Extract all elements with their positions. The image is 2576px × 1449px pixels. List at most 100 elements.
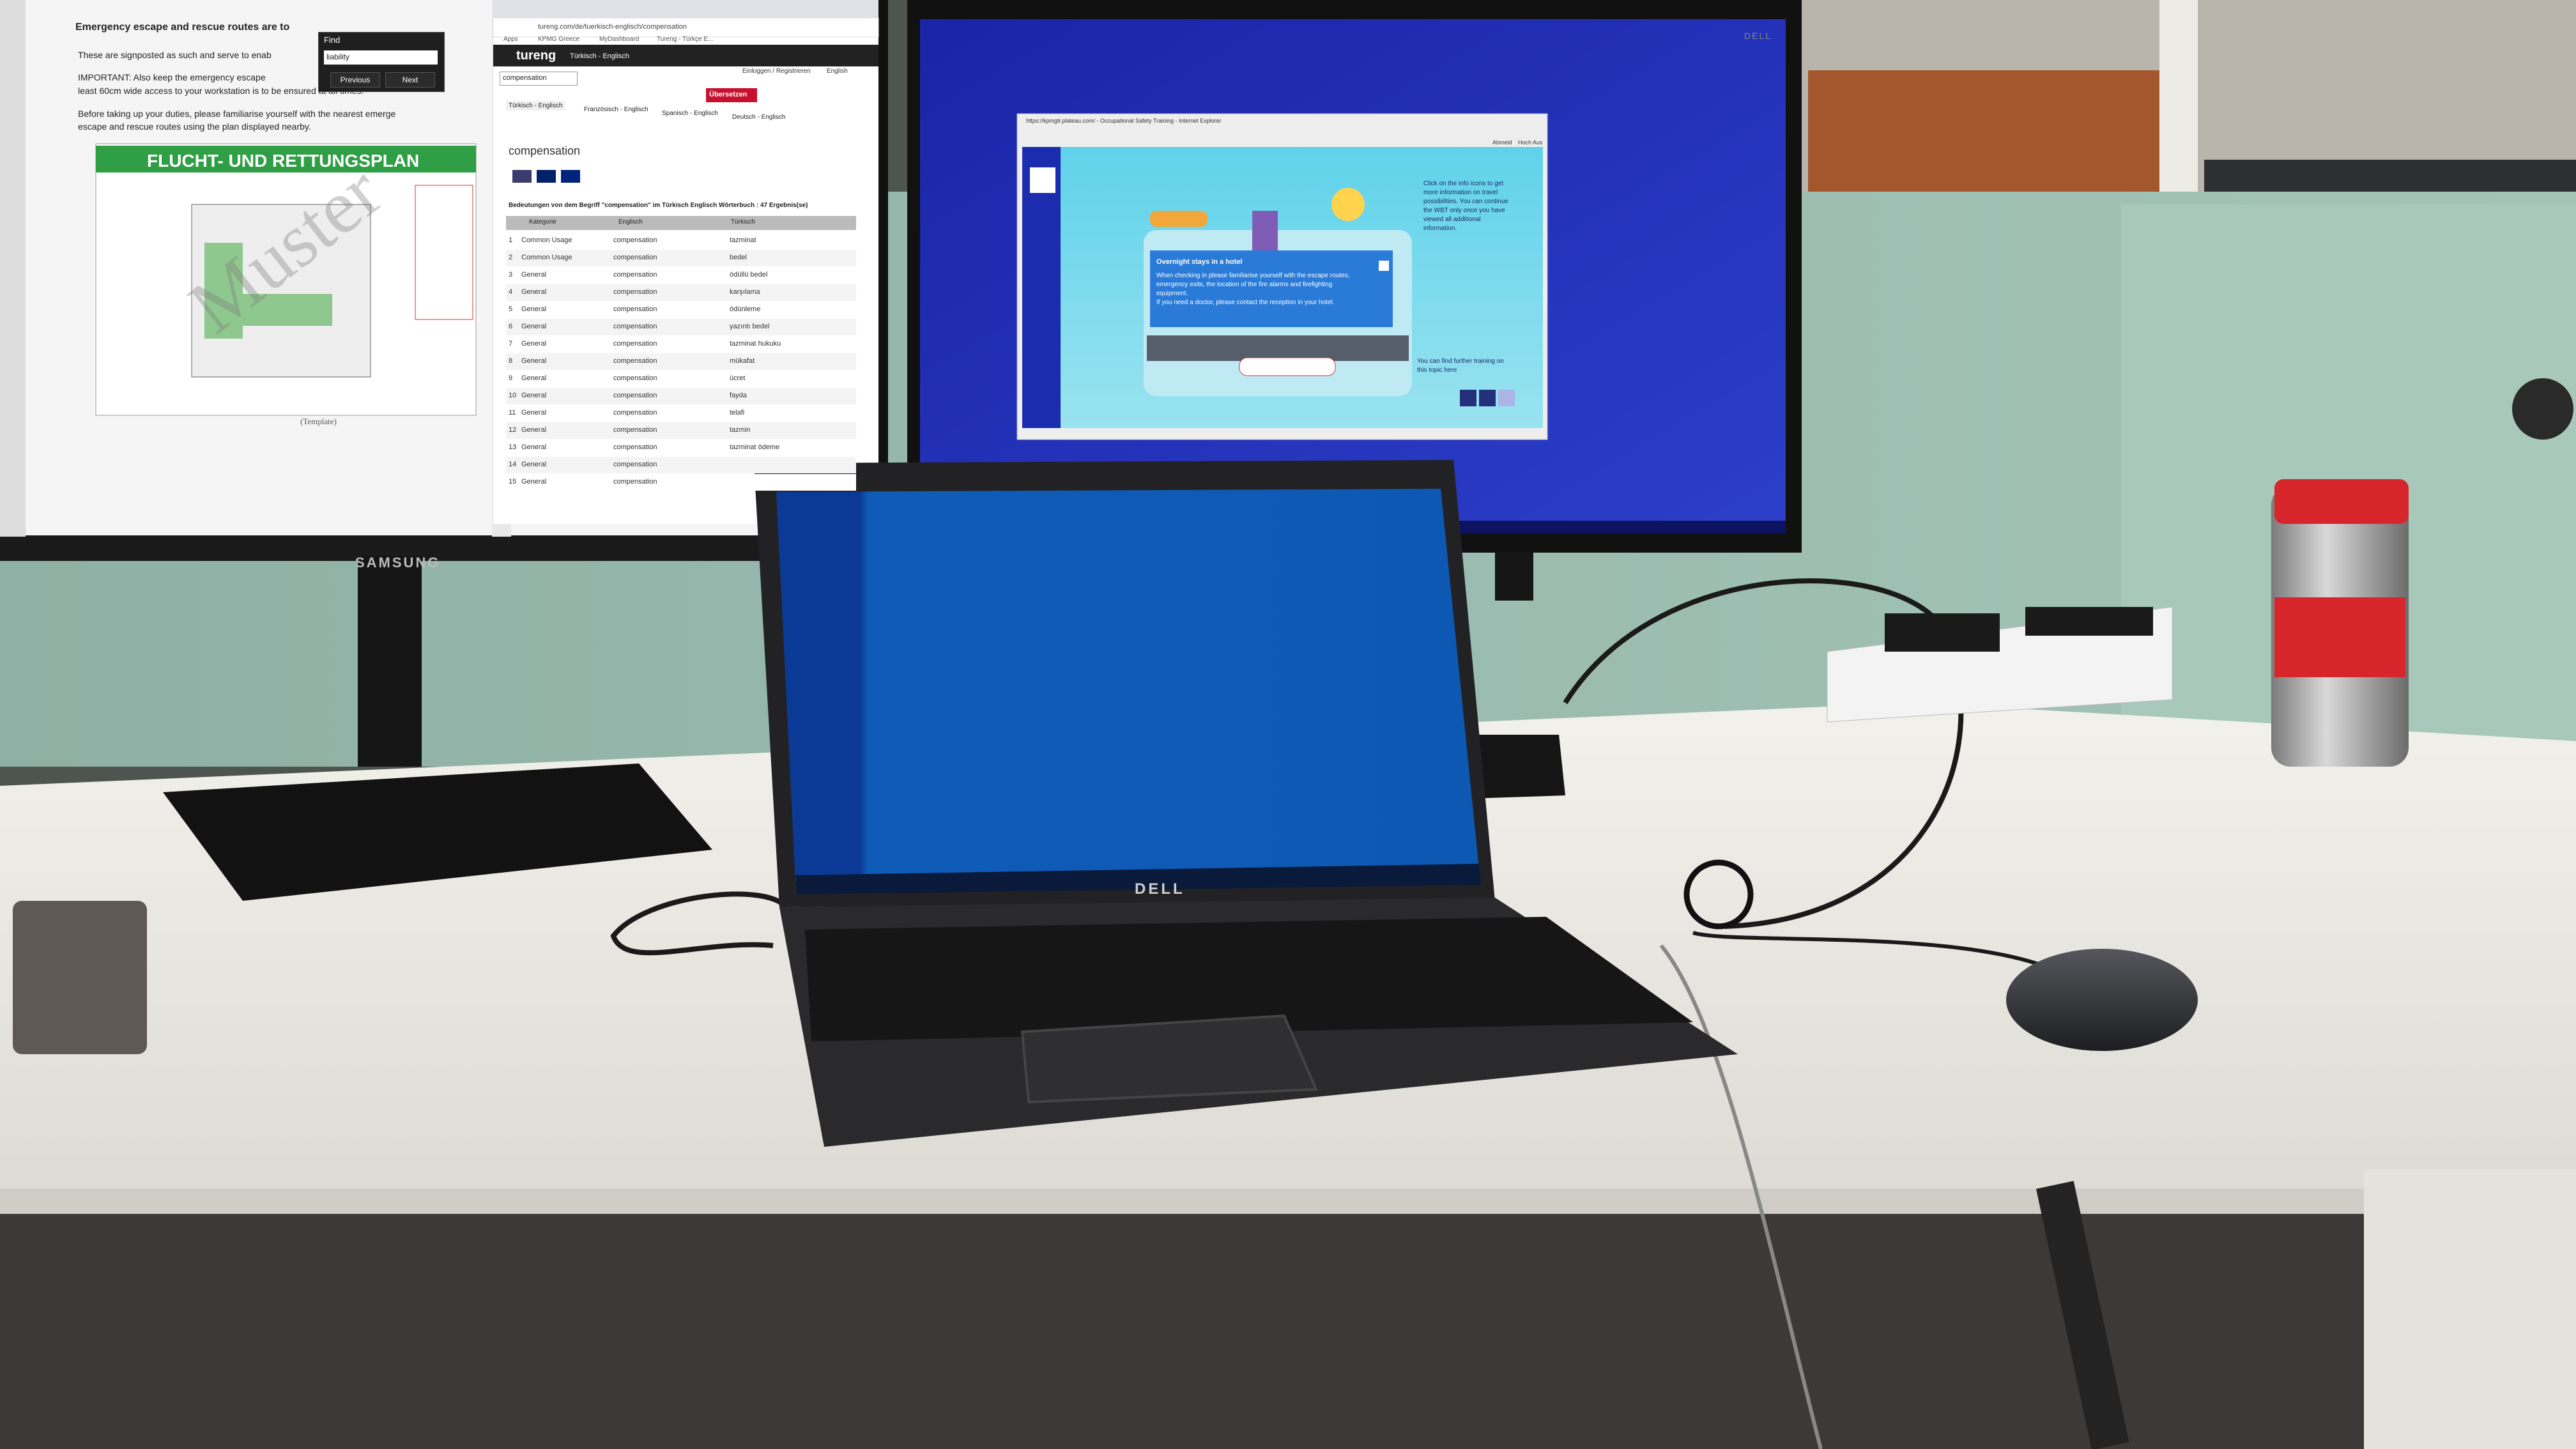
- search-input[interactable]: compensation: [500, 72, 578, 86]
- doc-line-3: IMPORTANT: Also keep the emergency escap…: [78, 72, 266, 82]
- find-input-value: liability: [326, 52, 350, 61]
- laptop-touchpad: [1020, 1014, 1318, 1104]
- sharpener-box: [13, 901, 147, 1054]
- table-cell-tr[interactable]: tazmin: [730, 426, 750, 434]
- bookmark-tureng[interactable]: Tureng - Türkçe E...: [657, 36, 713, 43]
- uk-flag-icon[interactable]: [537, 170, 556, 183]
- table-cell-en[interactable]: compensation: [613, 374, 657, 382]
- results-heading: Bedeutungen von dem Begriff "compensatio…: [509, 202, 808, 209]
- find-previous-button[interactable]: Previous: [330, 72, 380, 88]
- table-cell-en[interactable]: compensation: [613, 271, 657, 279]
- table-cell-en[interactable]: compensation: [613, 254, 657, 261]
- table-row[interactable]: 10 General compensation fayda: [506, 388, 856, 404]
- table-cell-en[interactable]: compensation: [613, 340, 657, 348]
- au-flag-icon[interactable]: [561, 170, 580, 183]
- next-arrow-icon[interactable]: [1498, 390, 1515, 406]
- plan-title: FLUCHT- UND RETTUNGSPLAN: [147, 151, 420, 171]
- table-cell-tr[interactable]: mükafat: [730, 357, 755, 365]
- table-cell-n: 15: [509, 478, 517, 486]
- translate-button[interactable]: Übersetzen: [709, 91, 747, 98]
- table-row[interactable]: 3 General compensation ödüllü bedel: [506, 267, 856, 284]
- find-next-button[interactable]: Next: [385, 72, 435, 88]
- table-cell-tr[interactable]: tazminat ödeme: [730, 443, 779, 451]
- doc-line-2: These are signposted as such and serve t…: [78, 50, 272, 60]
- table-cell-tr[interactable]: tazminat hukuku: [730, 340, 781, 348]
- language-selector[interactable]: Türkisch - Englisch: [570, 52, 629, 60]
- table-row[interactable]: 14 General compensation: [506, 457, 856, 473]
- wooden-wall: [1808, 70, 2191, 204]
- table-cell-n: 10: [509, 392, 517, 399]
- table-cell-cat: General: [521, 340, 547, 348]
- table-cell-cat: General: [521, 305, 547, 313]
- table-cell-en[interactable]: compensation: [613, 478, 657, 486]
- table-row[interactable]: 4 General compensation karşılama: [506, 284, 856, 301]
- bookmark-kpmg[interactable]: KPMG Greece: [538, 36, 579, 43]
- table-cell-cat: General: [521, 392, 547, 399]
- table-row[interactable]: 7 General compensation tazminat hukuku: [506, 336, 856, 353]
- find-input[interactable]: liability: [324, 50, 438, 65]
- floor-area: [0, 1214, 2576, 1449]
- popup-title: Overnight stays in a hotel: [1156, 258, 1243, 266]
- side-line-2: more information on travel: [1423, 189, 1498, 196]
- tureng-logo[interactable]: tureng: [516, 49, 556, 63]
- tab-turkish-english[interactable]: Türkisch - Englisch: [506, 101, 565, 111]
- address-url[interactable]: tureng.com/de/tuerkisch-englisch/compens…: [538, 23, 687, 31]
- tab-french-english[interactable]: Französisch - Englisch: [584, 106, 648, 113]
- table-row[interactable]: 1 Common Usage compensation tazminat: [506, 233, 856, 249]
- table-cell-n: 2: [509, 254, 513, 261]
- tureng-browser: tureng.com/de/tuerkisch-englisch/compens…: [493, 0, 878, 524]
- table-cell-tr[interactable]: fayda: [730, 392, 747, 399]
- table-cell-en[interactable]: compensation: [613, 409, 657, 417]
- us-flag-icon[interactable]: [512, 170, 532, 183]
- table-cell-en[interactable]: compensation: [613, 461, 657, 468]
- search-input-value: compensation: [503, 74, 547, 82]
- table-row[interactable]: 8 General compensation mükafat: [506, 353, 856, 370]
- pause-icon[interactable]: [1479, 390, 1496, 406]
- table-cell-cat: General: [521, 461, 547, 468]
- table-row[interactable]: 2 Common Usage compensation bedel: [506, 250, 856, 266]
- link-abmeld[interactable]: Abmeld: [1492, 139, 1512, 146]
- table-cell-en[interactable]: compensation: [613, 443, 657, 451]
- table-row[interactable]: 11 General compensation telafi: [506, 405, 856, 422]
- table-cell-n: 7: [509, 340, 513, 348]
- table-row[interactable]: 6 General compensation yazıntı bedel: [506, 319, 856, 335]
- tab-spanish-english[interactable]: Spanisch - Englisch: [662, 110, 718, 117]
- bookmark-apps[interactable]: Apps: [503, 36, 518, 43]
- table-cell-en[interactable]: compensation: [613, 236, 657, 244]
- prev-arrow-icon[interactable]: [1460, 390, 1476, 406]
- table-row[interactable]: 12 General compensation tazmin: [506, 422, 856, 439]
- table-cell-tr[interactable]: ödüllü bedel: [730, 271, 767, 279]
- table-cell-en[interactable]: compensation: [613, 426, 657, 434]
- link-hoch-aus[interactable]: Hoch Aus: [1518, 139, 1543, 146]
- table-cell-en[interactable]: compensation: [613, 357, 657, 365]
- table-cell-tr[interactable]: karşılama: [730, 288, 760, 296]
- table-cell-tr[interactable]: tazminat: [730, 236, 756, 244]
- table-cell-tr[interactable]: ücret: [730, 374, 745, 382]
- english-button[interactable]: English: [827, 68, 848, 75]
- bookmark-dashboard[interactable]: MyDashboard: [599, 36, 639, 43]
- table-cell-n: 5: [509, 305, 513, 313]
- table-cell-n: 6: [509, 323, 513, 330]
- table-row[interactable]: 5 General compensation ödünleme: [506, 302, 856, 318]
- table-cell-cat: General: [521, 323, 547, 330]
- table-cell-cat: General: [521, 271, 547, 279]
- table-row[interactable]: 9 General compensation ücret: [506, 371, 856, 387]
- table-cell-en[interactable]: compensation: [613, 323, 657, 330]
- table-cell-en[interactable]: compensation: [613, 288, 657, 296]
- table-cell-n: 4: [509, 288, 513, 296]
- wbt-home-icon[interactable]: [1030, 167, 1055, 193]
- table-cell-en[interactable]: compensation: [613, 305, 657, 313]
- table-cell-n: 14: [509, 461, 517, 468]
- table-cell-en[interactable]: compensation: [613, 392, 657, 399]
- ie-window-title: https://kpmgtr.plateau.com/ - Occupation…: [1026, 118, 1222, 124]
- table-row[interactable]: 13 General compensation tazminat ödeme: [506, 440, 856, 456]
- mug-lid: [2274, 479, 2409, 524]
- login-link[interactable]: Einloggen / Registrieren: [742, 68, 811, 75]
- table-cell-tr[interactable]: yazıntı bedel: [730, 323, 769, 330]
- side-bottom-line-2[interactable]: this topic here: [1417, 367, 1457, 374]
- table-row[interactable]: 15 General compensation: [506, 474, 856, 491]
- table-cell-tr[interactable]: telafi: [730, 409, 744, 417]
- table-cell-tr[interactable]: ödünleme: [730, 305, 760, 313]
- table-cell-tr[interactable]: bedel: [730, 254, 747, 261]
- tab-german-english[interactable]: Deutsch - Englisch: [732, 114, 785, 121]
